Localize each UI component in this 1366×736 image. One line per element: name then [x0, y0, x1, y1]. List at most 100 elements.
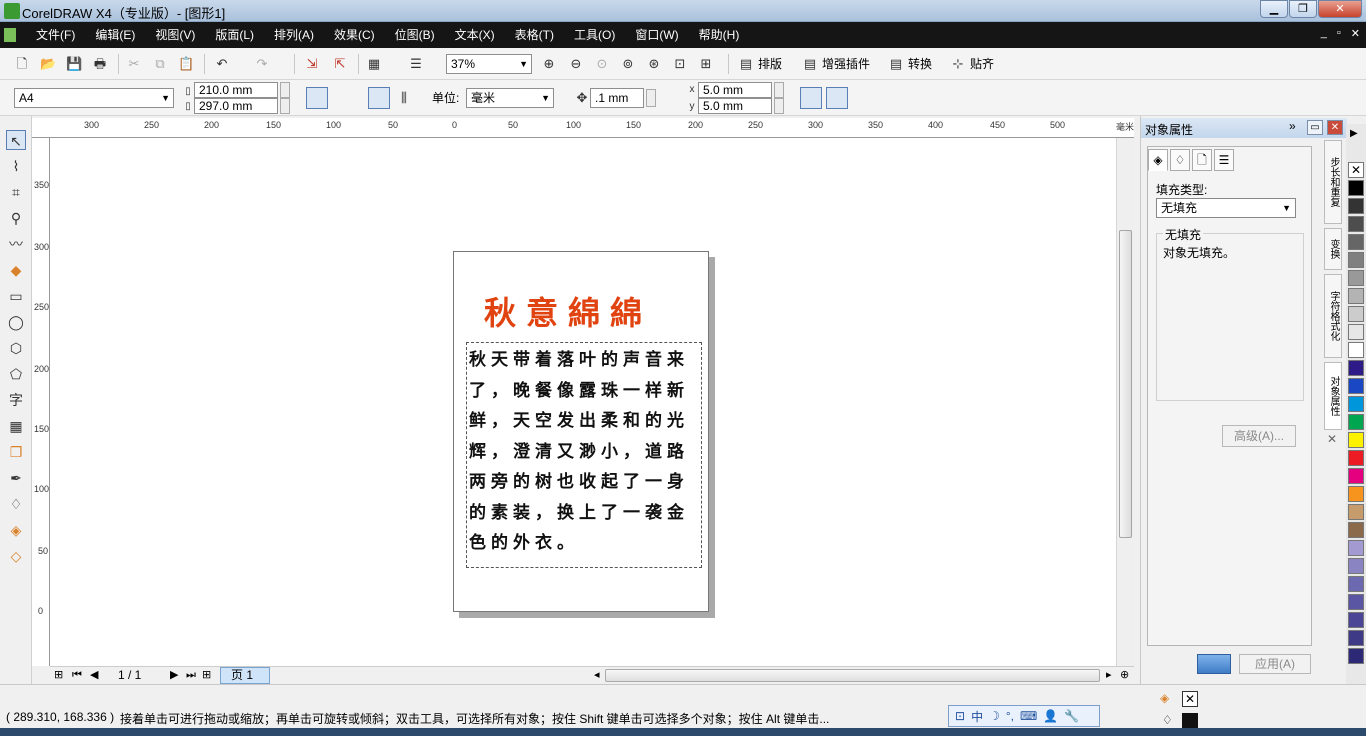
layout-icon[interactable]: ▤ — [738, 56, 754, 72]
scroll-left-icon[interactable]: ◂ — [594, 667, 600, 684]
ime-toolbar[interactable]: ⊡ 中 ☽ °, ⌨ 👤 🔧 — [948, 705, 1100, 727]
tab-step-and-repeat[interactable]: 步长和重复 — [1324, 140, 1342, 224]
menu-help[interactable]: 帮助(H) — [689, 22, 750, 48]
save-icon[interactable]: 💾 — [66, 56, 82, 72]
color-swatch[interactable] — [1348, 414, 1364, 430]
mdi-close-button[interactable]: ✕ — [1351, 27, 1360, 40]
color-swatch[interactable] — [1348, 504, 1364, 520]
menu-edit[interactable]: 编辑(E) — [85, 22, 145, 48]
color-swatch[interactable] — [1348, 648, 1364, 664]
color-swatch[interactable] — [1348, 594, 1364, 610]
welcome-screen-icon[interactable]: ☰ — [408, 56, 424, 72]
color-swatch[interactable] — [1348, 288, 1364, 304]
freehand-tool-icon[interactable]: 〰 — [6, 234, 26, 254]
maximize-button[interactable]: ❐ — [1289, 0, 1317, 18]
ime-logo-icon[interactable]: ⊡ — [955, 709, 965, 723]
table-tool-icon[interactable]: ▦ — [6, 416, 26, 436]
first-page-icon[interactable]: ⏮ — [72, 667, 82, 684]
plugin-button[interactable]: 增强插件 — [822, 54, 870, 74]
navigator-icon[interactable]: ⊕ — [1120, 667, 1129, 684]
apply-button[interactable]: 应用(A) — [1239, 654, 1311, 674]
color-swatch[interactable] — [1348, 468, 1364, 484]
open-icon[interactable]: 📂 — [40, 56, 56, 72]
duplicate-x-input[interactable]: 5.0 mm — [698, 82, 772, 98]
page-tab[interactable]: 页 1 — [220, 667, 270, 684]
vertical-ruler[interactable]: 350 300 250 200 150 100 50 0 — [32, 138, 50, 666]
mdi-minimize-button[interactable]: _ — [1321, 27, 1327, 40]
menu-file[interactable]: 文件(F) — [26, 22, 85, 48]
color-swatch[interactable] — [1348, 540, 1364, 556]
color-swatch[interactable] — [1348, 630, 1364, 646]
menu-layout[interactable]: 版面(L) — [205, 22, 264, 48]
vertical-scroll-thumb[interactable] — [1119, 230, 1132, 538]
polygon-tool-icon[interactable]: ⬡ — [6, 338, 26, 358]
eyedropper-tool-icon[interactable]: ✒ — [6, 468, 26, 488]
color-swatch[interactable] — [1348, 306, 1364, 322]
fill-tab-icon[interactable]: ◈ — [1148, 149, 1168, 171]
ime-user-icon[interactable]: 👤 — [1043, 709, 1058, 723]
menu-tools[interactable]: 工具(O) — [564, 22, 625, 48]
summary-tab-icon[interactable]: ☰ — [1214, 149, 1234, 171]
rectangle-tool-icon[interactable]: ▭ — [6, 286, 26, 306]
color-swatch[interactable] — [1348, 432, 1364, 448]
zoom-level-select[interactable]: 37% ▼ — [446, 54, 532, 74]
unit-select[interactable]: 毫米 ▼ — [466, 88, 554, 108]
color-swatch[interactable] — [1348, 396, 1364, 412]
color-swatch[interactable] — [1348, 378, 1364, 394]
nudge-input[interactable]: .1 mm — [590, 88, 644, 108]
fill-type-select[interactable]: 无填充 ▼ — [1156, 198, 1296, 218]
app-launcher-icon[interactable]: ▦ — [366, 56, 382, 72]
color-swatch[interactable] — [1348, 558, 1364, 574]
add-page-after-icon[interactable]: ⊞ — [202, 667, 211, 684]
mdi-restore-button[interactable]: ▫ — [1337, 27, 1341, 40]
horizontal-scrollbar[interactable] — [605, 669, 1100, 682]
menu-effects[interactable]: 效果(C) — [324, 22, 385, 48]
ime-mode[interactable]: 中 — [971, 708, 983, 725]
advanced-button[interactable]: 高级(A)... — [1222, 425, 1296, 447]
zoom-width-icon[interactable]: ⊡ — [672, 56, 688, 72]
no-color-swatch[interactable]: ✕ — [1348, 162, 1364, 178]
zoom-all-icon[interactable]: ⊚ — [620, 56, 636, 72]
import-icon[interactable]: ⇲ — [304, 56, 320, 72]
paper-size-select[interactable]: A4 ▼ — [14, 88, 174, 108]
export-icon[interactable]: ⇱ — [332, 56, 348, 72]
previous-page-icon[interactable]: ◀ — [90, 667, 98, 684]
menu-arrange[interactable]: 排列(A) — [264, 22, 324, 48]
scroll-right-icon[interactable]: ▸ — [1106, 667, 1112, 684]
add-page-before-icon[interactable]: ⊞ — [54, 667, 63, 684]
menu-view[interactable]: 视图(V) — [145, 22, 205, 48]
last-page-icon[interactable]: ⏭ — [186, 667, 196, 684]
plugin-icon[interactable]: ▤ — [802, 56, 818, 72]
color-swatch[interactable] — [1348, 270, 1364, 286]
zoom-page-icon[interactable]: ⊛ — [646, 56, 662, 72]
drawing-canvas[interactable]: 秋意綿綿 秋天带着落叶的声音来了，晚餐像露珠一样新鲜，天空发出柔和的光辉，澄清又… — [50, 138, 1116, 666]
layout-button[interactable]: 排版 — [758, 54, 782, 74]
zoom-height-icon[interactable]: ⊞ — [698, 56, 714, 72]
shape-tool-icon[interactable]: ⌇ — [6, 156, 26, 176]
smart-fill-tool-icon[interactable]: ◆ — [6, 260, 26, 280]
convert-icon[interactable]: ▤ — [888, 56, 904, 72]
menu-text[interactable]: 文本(X) — [445, 22, 505, 48]
landscape-button[interactable] — [332, 87, 354, 109]
color-swatch[interactable] — [1348, 324, 1364, 340]
color-swatch[interactable] — [1348, 216, 1364, 232]
vertical-scrollbar[interactable] — [1116, 138, 1134, 666]
menu-window[interactable]: 窗口(W) — [625, 22, 688, 48]
snap-icon[interactable]: ⊹ — [950, 56, 966, 72]
page-frame-button[interactable] — [800, 87, 822, 109]
color-swatch[interactable] — [1348, 450, 1364, 466]
color-swatch[interactable] — [1348, 486, 1364, 502]
tab-transform[interactable]: 变换 — [1324, 228, 1342, 270]
duplicate-y-input[interactable]: 5.0 mm — [698, 98, 772, 114]
palette-scroll-up-icon[interactable]: ▶ — [1350, 128, 1358, 139]
text-tool-icon[interactable]: 字 — [6, 390, 26, 410]
docker-expand-icon[interactable]: » — [1289, 119, 1296, 133]
horizontal-ruler[interactable]: 300 250 200 150 100 50 0 50 100 150 200 … — [32, 118, 1134, 138]
menu-table[interactable]: 表格(T) — [505, 22, 564, 48]
new-document-icon[interactable]: 🗋 — [14, 56, 30, 72]
minimize-button[interactable]: ▁ — [1260, 0, 1288, 18]
paragraph-text-frame[interactable]: 秋天带着落叶的声音来了，晚餐像露珠一样新鲜，天空发出柔和的光辉，澄清又渺小，道路… — [466, 342, 702, 568]
docker-tabs-close-icon[interactable]: ✕ — [1327, 432, 1337, 446]
docker-close-button[interactable]: ✕ — [1327, 120, 1343, 135]
snap-button[interactable]: 贴齐 — [970, 54, 994, 74]
